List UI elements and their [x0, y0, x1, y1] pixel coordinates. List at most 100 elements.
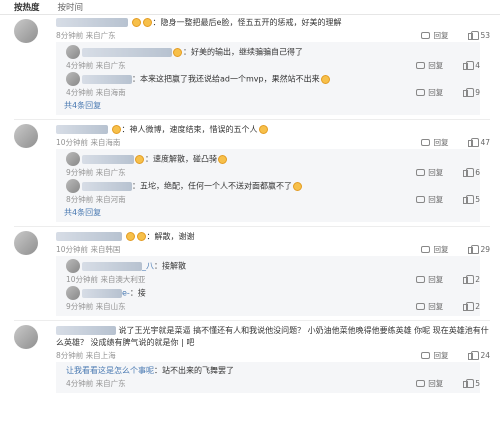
- comment-text-line: ：解散，谢谢: [56, 231, 490, 243]
- comment-text-line: 说了王光宇就是菜逼 搞不懂还有人和我说他没问题？ 小奶油他菜他晚得他要练英雄 你…: [56, 325, 490, 349]
- like-button[interactable]: 2: [463, 275, 480, 284]
- reply-button[interactable]: 回复: [416, 60, 443, 71]
- reply-button[interactable]: 回复: [416, 274, 443, 285]
- tab-by-time[interactable]: 按时间: [58, 1, 84, 13]
- username-blurred[interactable]: [56, 232, 122, 241]
- avatar[interactable]: [14, 124, 38, 148]
- reply-button[interactable]: 回复: [416, 167, 443, 178]
- avatar[interactable]: [14, 231, 38, 255]
- reply-button[interactable]: 回复: [421, 30, 448, 41]
- reply-icon: [416, 62, 426, 69]
- reply-icon: [416, 196, 426, 203]
- like-button[interactable]: 9: [463, 88, 480, 97]
- like-count: 53: [480, 31, 490, 40]
- emoji-icon: [131, 18, 141, 27]
- username-blurred[interactable]: [82, 288, 122, 298]
- reply-button[interactable]: 回复: [421, 137, 448, 148]
- reply-text: ：接: [129, 288, 146, 298]
- comment-meta: 8分钟前 来自广东 回复 53: [56, 29, 490, 42]
- thumbs-up-icon: [463, 379, 475, 388]
- avatar[interactable]: [66, 45, 80, 59]
- comment-item: ：解散，谢谢 10分钟前 来自韩国 回复 29 _八：接解散 10分钟前 来自澳…: [0, 231, 500, 316]
- reply-text: 速度解散，碰凸骑: [153, 154, 217, 164]
- reply-text: 本来这把赢了我还说给ad一个mvp，果然站不出来: [140, 74, 320, 84]
- avatar[interactable]: [14, 19, 38, 43]
- thumbs-up-icon: [463, 302, 475, 311]
- emoji-icon: [173, 47, 182, 57]
- more-replies-link[interactable]: 共4条回复: [64, 206, 480, 219]
- reply-button[interactable]: 回复: [421, 350, 448, 361]
- reply-list: ：速度解散，碰凸骑 9分钟前 来自广东 回复 6 ：五坨，绝配，任何一个人不送对面…: [56, 149, 480, 222]
- like-button[interactable]: 6: [463, 168, 480, 177]
- like-button[interactable]: 24: [468, 351, 490, 360]
- reply-icon: [416, 380, 426, 387]
- reply-item: 让我看看这是怎么个事呢：站不出来的飞舞罢了 4分钟前 来自广东 回复 5: [66, 366, 480, 389]
- divider: [14, 119, 490, 120]
- reply-username[interactable]: _八: [142, 262, 154, 271]
- emoji-icon: [125, 232, 135, 241]
- reply-icon: [421, 246, 431, 253]
- username-blurred[interactable]: [82, 181, 132, 191]
- emoji-icon: [258, 125, 268, 134]
- emoji-icon: [111, 125, 121, 134]
- avatar[interactable]: [66, 259, 80, 273]
- thumbs-up-icon: [463, 275, 475, 284]
- reply-list: _八：接解散 10分钟前 来自澳大利亚 回复 2 e-：接 9分钟前 来自山东 回…: [56, 256, 480, 316]
- like-button[interactable]: 2: [463, 302, 480, 311]
- username-blurred[interactable]: [56, 125, 108, 134]
- avatar[interactable]: [66, 179, 80, 193]
- reply-list: 让我看看这是怎么个事呢：站不出来的飞舞罢了 4分钟前 来自广东 回复 5: [56, 362, 480, 393]
- comment-text: 说了王光宇就是菜逼 搞不懂还有人和我说他没问题？ 小奶油他菜他晚得他要练英雄 你…: [56, 326, 489, 347]
- comment-text-line: ：神人微博，速度结束，惜误的五个人: [56, 124, 490, 136]
- comment-text: 神人微博，速度结束，惜误的五个人: [129, 125, 258, 134]
- reply-item: ：本来这把赢了我还说给ad一个mvp，果然站不出来 4分钟前 来自海南 回复 9: [64, 72, 480, 99]
- reply-icon: [416, 169, 426, 176]
- reply-icon: [421, 139, 431, 146]
- thumbs-up-icon: [463, 88, 475, 97]
- avatar[interactable]: [66, 286, 80, 300]
- location: 来自广东: [85, 31, 116, 40]
- thumbs-up-icon: [468, 351, 480, 360]
- sort-tabs: 按热度 按时间: [0, 0, 500, 15]
- like-button[interactable]: 5: [463, 195, 480, 204]
- username-blurred[interactable]: [82, 47, 172, 57]
- comment-item: ：隐身一整把最后e脸，怪五五开的惩戒，好美的理解 8分钟前 来自广东 回复 53…: [0, 15, 500, 115]
- reply-button[interactable]: 回复: [416, 194, 443, 205]
- tab-by-hot[interactable]: 按热度: [14, 1, 40, 13]
- reply-username[interactable]: 让我看看这是怎么个事呢: [66, 366, 154, 375]
- username-blurred[interactable]: [82, 154, 134, 164]
- emoji-icon: [320, 74, 330, 84]
- like-button[interactable]: 4: [463, 61, 480, 70]
- reply-button[interactable]: 回复: [416, 301, 443, 312]
- comment-meta: 10分钟前 来自韩国 回复 29: [56, 244, 490, 255]
- more-replies-link[interactable]: 共4条回复: [64, 99, 480, 112]
- reply-item: ：好美的输出，继续骗骗自己得了 4分钟前 来自广东 回复 4: [64, 45, 480, 72]
- like-button[interactable]: 47: [468, 138, 490, 147]
- emoji-icon: [135, 154, 144, 164]
- reply-icon: [416, 89, 426, 96]
- avatar[interactable]: [66, 152, 80, 166]
- reply-text: ：站不出来的飞舞罢了: [154, 366, 234, 375]
- like-button[interactable]: 5: [463, 379, 480, 388]
- avatar[interactable]: [14, 325, 38, 349]
- username-blurred[interactable]: [82, 74, 132, 84]
- reply-item: _八：接解散 10分钟前 来自澳大利亚 回复 2: [64, 259, 480, 286]
- thumbs-up-icon: [463, 195, 475, 204]
- reply-button[interactable]: 回复: [421, 244, 448, 255]
- reply-username[interactable]: e-: [122, 289, 130, 298]
- username-blurred[interactable]: [82, 261, 142, 271]
- reply-button[interactable]: 回复: [416, 87, 443, 98]
- avatar[interactable]: [66, 72, 80, 86]
- reply-button[interactable]: 回复: [416, 378, 443, 389]
- thumbs-up-icon: [468, 138, 480, 147]
- thumbs-up-icon: [468, 245, 480, 254]
- like-button[interactable]: 53: [468, 31, 490, 40]
- reply-text: 好美的输出，继续骗骗自己得了: [191, 47, 303, 57]
- reply-text: 五坨，绝配，任何一个人不送对面都赢不了: [140, 181, 292, 191]
- like-button[interactable]: 29: [468, 245, 490, 254]
- comment-meta: 8分钟前 来自上海 回复 24: [56, 350, 490, 361]
- reply-item: ：速度解散，碰凸骑 9分钟前 来自广东 回复 6: [64, 152, 480, 179]
- username-blurred[interactable]: [56, 326, 116, 335]
- username-blurred[interactable]: [56, 18, 128, 27]
- timestamp: 8分钟前: [56, 31, 84, 40]
